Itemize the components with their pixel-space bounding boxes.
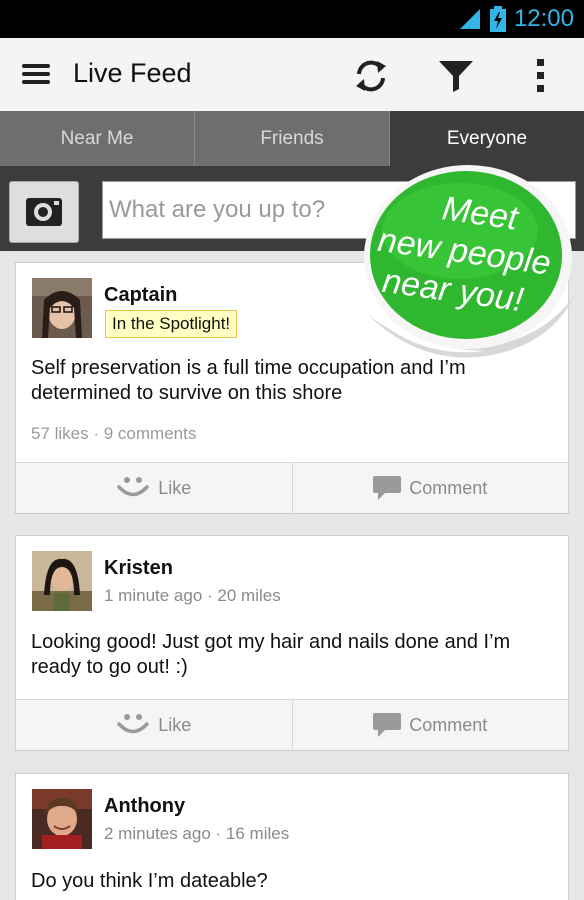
tab-near-me[interactable]: Near Me [0, 111, 195, 166]
camera-button[interactable] [9, 181, 79, 243]
post-meta: 1 minute ago · 20 miles [104, 586, 281, 605]
signal-icon [459, 9, 480, 29]
post-meta: 2 minutes ago · 16 miles [104, 824, 290, 843]
post-text: Looking good! Just got my hair and nails… [31, 631, 511, 678]
refresh-icon[interactable] [351, 56, 391, 96]
avatar[interactable] [32, 551, 92, 611]
like-button[interactable]: Like [16, 463, 292, 513]
smile-icon [117, 477, 149, 497]
post-actions: Like Comment [16, 699, 568, 750]
clock: 12:00 [513, 5, 574, 32]
post-author[interactable]: Kristen [104, 557, 173, 580]
camera-icon [26, 198, 62, 226]
post-counts[interactable]: 57 likes · 9 comments [31, 424, 196, 444]
tab-friends[interactable]: Friends [195, 111, 390, 166]
avatar[interactable] [32, 278, 92, 338]
action-bar: Live Feed [0, 38, 584, 112]
battery-icon [489, 6, 506, 32]
post-actions: Like Comment [16, 462, 568, 513]
spotlight-badge: In the Spotlight! [105, 310, 238, 338]
avatar[interactable] [32, 789, 92, 849]
like-button[interactable]: Like [16, 700, 292, 750]
feed-tabs: Near Me Friends Everyone [0, 111, 584, 166]
overflow-menu-icon[interactable] [522, 56, 562, 96]
filter-icon[interactable] [436, 56, 476, 96]
post-author[interactable]: Anthony [104, 795, 185, 818]
post-card: Anthony 2 minutes ago · 16 miles Do you … [15, 773, 569, 900]
comment-button[interactable]: Comment [291, 700, 569, 750]
comment-button[interactable]: Comment [291, 463, 569, 513]
post-author[interactable]: Captain [104, 284, 177, 307]
tab-everyone[interactable]: Everyone [390, 111, 584, 166]
comment-label: Comment [409, 714, 488, 735]
post-text: Self preservation is a full time occupat… [31, 357, 466, 404]
post-text: Do you think I’m dateable? [31, 870, 268, 892]
status-bar: 12:00 [0, 0, 584, 38]
menu-icon[interactable] [22, 64, 50, 86]
like-label: Like [158, 714, 192, 735]
comment-icon [373, 476, 402, 500]
smile-icon [117, 714, 149, 734]
post-card: Kristen 1 minute ago · 20 miles Looking … [15, 535, 569, 751]
like-label: Like [158, 477, 192, 498]
comment-icon [373, 713, 402, 737]
meet-new-people-sticker[interactable]: Meet new people near you! [362, 163, 578, 363]
comment-label: Comment [409, 477, 488, 498]
page-title: Live Feed [73, 58, 192, 88]
